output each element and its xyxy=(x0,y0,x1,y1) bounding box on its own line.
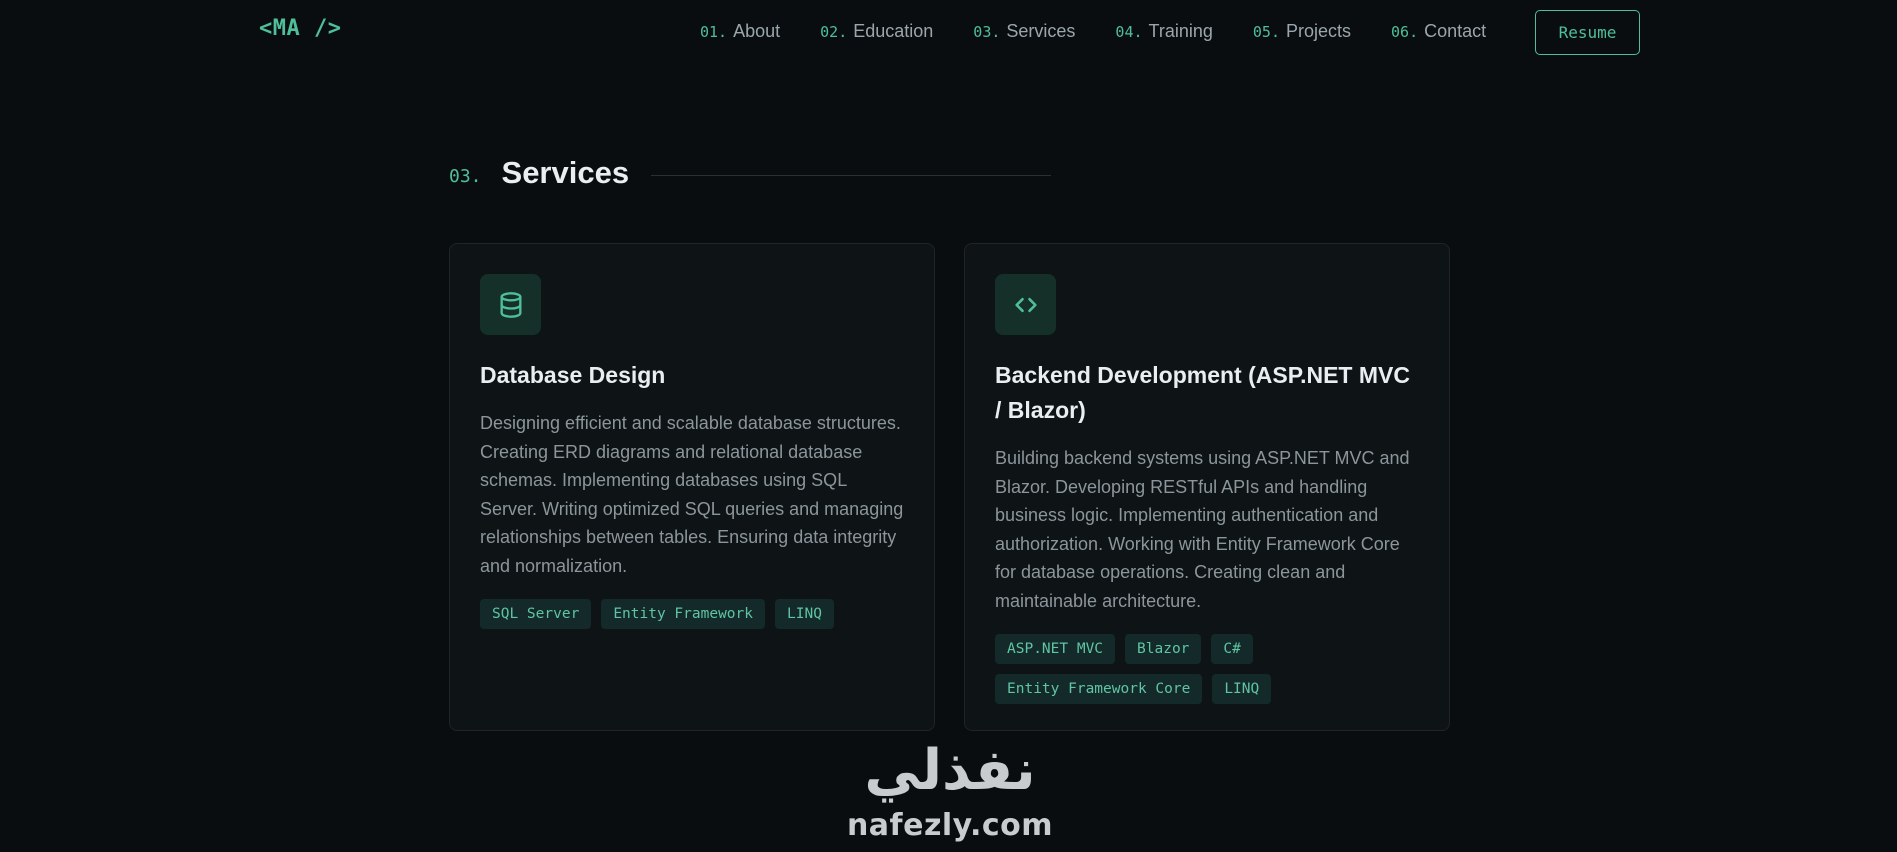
nav-link-number: 06. xyxy=(1391,23,1419,41)
watermark-logo: نفذلي nafezly.com xyxy=(830,740,1070,852)
nav-link-education[interactable]: 02. Education xyxy=(820,21,933,42)
watermark-arabic-text: نفذلي xyxy=(864,738,1036,803)
nav-link-number: 03. xyxy=(973,23,1001,41)
nav-link-number: 05. xyxy=(1252,23,1280,41)
nav-link-number: 01. xyxy=(700,23,728,41)
top-navbar: <MA /> 01. About 02. Education 03. Servi… xyxy=(0,0,1897,66)
nav-link-contact[interactable]: 06. Contact xyxy=(1391,21,1486,42)
site-logo[interactable]: <MA /> xyxy=(259,16,341,41)
nav-link-label: Services xyxy=(1006,21,1076,41)
nav-link-label: About xyxy=(733,21,781,41)
card-title: Database Design xyxy=(480,362,666,388)
card-description: Designing efficient and scalable databas… xyxy=(480,413,904,576)
section-header: 03. Services xyxy=(449,150,1052,196)
nav-link-label: Training xyxy=(1148,21,1213,41)
tag: Entity Framework xyxy=(601,598,765,629)
nav-link-label: Education xyxy=(853,21,934,41)
nav-link-projects[interactable]: 05. Projects xyxy=(1253,21,1351,42)
card-title: Backend Development (ASP.NET MVC / Blazo… xyxy=(995,362,1410,423)
code-brackets-icon xyxy=(995,274,1056,335)
nav-links: 01. About 02. Education 03. Services 04.… xyxy=(700,21,1486,42)
nav-link-number: 04. xyxy=(1115,23,1143,41)
nav-link-about[interactable]: 01. About xyxy=(700,21,780,42)
resume-button[interactable]: Resume xyxy=(1535,10,1640,55)
tag: LINQ xyxy=(775,598,834,629)
tag: LINQ xyxy=(1212,673,1272,704)
section-title: Services xyxy=(501,155,630,190)
tag: SQL Server xyxy=(480,598,592,629)
service-card-database-design: Database Design Designing efficient and … xyxy=(449,243,935,731)
nav-link-services[interactable]: 03. Services xyxy=(973,21,1075,42)
nav-link-number: 02. xyxy=(820,23,848,41)
nav-link-training[interactable]: 04. Training xyxy=(1115,21,1212,42)
database-icon xyxy=(480,274,541,335)
tag: ASP.NET MVC xyxy=(995,633,1116,664)
watermark-domain-text: nafezly.com xyxy=(846,808,1054,843)
nav-link-label: Contact xyxy=(1424,21,1487,41)
tag: C# xyxy=(1211,633,1253,664)
tag-list: SQL Server Entity Framework LINQ xyxy=(480,598,904,629)
tag: Blazor xyxy=(1125,633,1202,664)
section-number: 03. xyxy=(449,165,482,187)
nav-link-label: Projects xyxy=(1285,21,1352,41)
tag-list: ASP.NET MVC Blazor C# Entity Framework C… xyxy=(995,633,1419,704)
section-divider xyxy=(651,174,1052,176)
tag: Entity Framework Core xyxy=(995,673,1203,704)
service-card-backend-development: Backend Development (ASP.NET MVC / Blazo… xyxy=(964,243,1450,731)
card-description: Building backend systems using ASP.NET M… xyxy=(995,448,1410,611)
